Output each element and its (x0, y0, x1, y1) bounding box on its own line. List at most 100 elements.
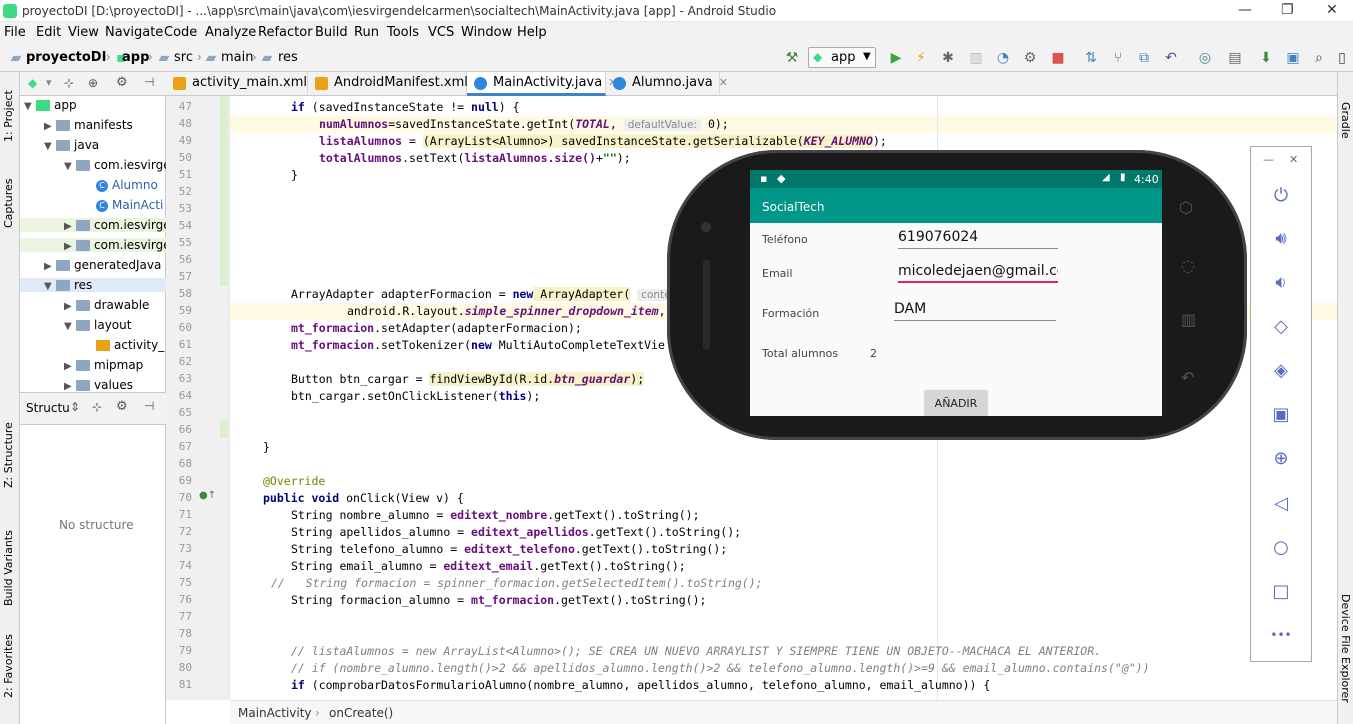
chevron-right-icon[interactable]: ▶ (44, 121, 56, 132)
crumb-res[interactable]: res (278, 50, 298, 65)
hide-panel-icon[interactable]: ⊣ (144, 75, 154, 89)
tree-item[interactable]: activity_ (20, 338, 166, 352)
search-icon[interactable]: ⌕ (1311, 50, 1327, 66)
minimize-button[interactable]: — (1238, 2, 1252, 18)
menu-analyze[interactable]: Analyze (205, 25, 256, 40)
crumb-src[interactable]: src (174, 50, 193, 65)
tab-device-file-explorer[interactable]: Device File Explorer (1339, 594, 1352, 703)
chevron-right-icon[interactable]: ▶ (64, 301, 76, 312)
tree-item[interactable]: ▶ com.iesvirge (20, 218, 171, 232)
back-icon[interactable]: ◁ (1269, 492, 1293, 516)
menu-build[interactable]: Build (315, 25, 348, 40)
chevron-right-icon[interactable]: ▶ (64, 221, 76, 232)
crumb-app[interactable]: app (122, 50, 149, 65)
menu-window[interactable]: Window (461, 25, 512, 40)
tab-android-manifest[interactable]: AndroidManifest.xml✕ (308, 72, 483, 96)
chevron-down-icon[interactable]: ▾ (46, 76, 52, 89)
more-icon[interactable]: ••• (1269, 623, 1293, 647)
tab-alumno[interactable]: Alumno.java ✕ (606, 72, 728, 96)
tree-item[interactable]: C MainActi (20, 198, 166, 212)
tree-item[interactable]: ▶ manifests (20, 118, 166, 132)
tab-favorites[interactable]: 2: Favorites (2, 634, 15, 698)
profile-icon[interactable]: ◔ (995, 50, 1011, 66)
chevron-down-icon[interactable]: ▼ (24, 101, 36, 112)
device-manager-icon[interactable]: ◎ (1197, 50, 1213, 66)
gear-icon[interactable]: ⚙ (116, 75, 128, 90)
breadcrumb-method[interactable]: onCreate() (329, 706, 393, 720)
menu-help[interactable]: Help (517, 25, 547, 40)
collapse-all-icon[interactable]: ⊹ (64, 76, 74, 90)
gear-icon[interactable]: ⚙ (116, 399, 128, 414)
stop-icon[interactable]: ■ (1050, 50, 1066, 66)
tree-item[interactable]: ▶ mipmap (20, 358, 166, 372)
chevron-right-icon[interactable]: ▶ (44, 261, 56, 272)
scroll-from-source-icon[interactable]: ⊕ (88, 76, 98, 90)
vcs-icon[interactable]: ⑂ (1110, 50, 1126, 66)
close-emulator-button[interactable]: ✕ (1289, 153, 1298, 166)
chevron-down-icon[interactable]: ▼ (44, 141, 56, 152)
chevron-down-icon[interactable]: ▼ (64, 161, 76, 172)
close-button[interactable]: ✕ (1326, 2, 1338, 18)
debug-icon[interactable]: ✱ (940, 50, 956, 66)
menu-vcs[interactable]: VCS (428, 25, 454, 40)
tree-item[interactable]: ▶ drawable (20, 298, 166, 312)
attach-debugger-icon[interactable]: ▥ (968, 50, 984, 66)
menu-hw-icon[interactable]: ▥ (1181, 310, 1196, 329)
tree-item[interactable]: ▼ app (20, 98, 166, 112)
settings-icon[interactable]: ▯ (1334, 50, 1350, 66)
tab-main-activity[interactable]: MainActivity.java✕ (467, 72, 617, 96)
tab-captures[interactable]: Captures (2, 168, 15, 228)
back-button-icon[interactable]: ⬡ (1179, 198, 1193, 217)
tab-build-variants[interactable]: Build Variants (2, 526, 15, 606)
rotate-left-icon[interactable]: ◇ (1269, 315, 1293, 339)
tree-item[interactable]: ▼ java (20, 138, 166, 152)
crumb-main[interactable]: main (221, 50, 253, 65)
sync-icon[interactable]: ⇅ (1083, 50, 1099, 66)
email-input[interactable]: micoledejaen@gmail.com (898, 263, 1058, 283)
maximize-button[interactable]: ❐ (1281, 2, 1294, 18)
tree-item[interactable]: ▼ layout (20, 318, 166, 332)
chevron-right-icon[interactable]: ▶ (64, 241, 76, 252)
chevron-down-icon[interactable]: ▼ (64, 321, 76, 332)
search-hw-icon[interactable]: ◌ (1181, 256, 1195, 275)
tree-item[interactable]: ▶ com.iesvirge (20, 238, 171, 252)
hide-panel-icon[interactable]: ⊣ (144, 399, 154, 413)
coverage-icon[interactable]: ⚙ (1022, 50, 1038, 66)
undo-icon[interactable]: ↶ (1163, 50, 1179, 66)
tree-item[interactable]: ▼ res (20, 278, 166, 292)
chevron-right-icon[interactable]: ▶ (64, 381, 76, 392)
add-button[interactable]: AÑADIR (925, 390, 987, 416)
avd-manager-icon[interactable]: ▣ (1285, 50, 1301, 66)
tree-item[interactable]: ▶ generatedJava (20, 258, 166, 272)
volume-up-icon[interactable]: 🔊︎ (1269, 227, 1293, 251)
minimize-emulator-button[interactable]: — (1263, 153, 1274, 166)
zoom-icon[interactable]: ⊕ (1269, 447, 1293, 471)
home-icon[interactable]: ○ (1269, 536, 1293, 560)
menu-view[interactable]: View (68, 25, 99, 40)
home-hw-icon[interactable]: ↶ (1181, 368, 1194, 387)
expand-icon[interactable]: ⊹ (92, 400, 102, 414)
tree-item[interactable]: ▶ values (20, 378, 166, 392)
run-config-select[interactable]: ◆ app ▼ (808, 47, 876, 68)
formacion-input[interactable]: DAM (894, 301, 1056, 321)
override-icon[interactable]: ●↑ (199, 490, 216, 501)
crumb-project[interactable]: proyectoDI (26, 50, 106, 65)
apply-changes-icon[interactable]: ⚡ (913, 50, 929, 66)
power-icon[interactable]: ⏻ (1269, 184, 1293, 208)
tree-item[interactable]: ▼ com.iesvirge (20, 158, 171, 172)
camera-screenshot-icon[interactable]: ▣ (1269, 403, 1293, 427)
phone-input[interactable]: 619076024 (898, 229, 1058, 249)
menu-navigate[interactable]: Navigate (105, 25, 163, 40)
tab-activity-main-xml[interactable]: activity_main.xml✕ (166, 72, 322, 96)
tab-gradle[interactable]: Gradle (1339, 102, 1352, 139)
volume-down-icon[interactable]: 🔉︎ (1269, 271, 1293, 295)
menu-refactor[interactable]: Refactor (258, 25, 313, 40)
emulator-screen[interactable]: ▪ ◆ ◢ ▮ 4:40 SocialTech Teléfono 6190760… (750, 170, 1162, 416)
close-icon[interactable]: ✕ (719, 76, 728, 89)
chevron-down-icon[interactable]: ▼ (44, 281, 56, 292)
hammer-icon[interactable]: ⚒ (784, 50, 800, 66)
tree-item[interactable]: C Alumno (20, 178, 166, 192)
sdk-manager-icon[interactable]: ⬇ (1258, 50, 1274, 66)
breadcrumb-class[interactable]: MainActivity (238, 706, 312, 720)
menu-edit[interactable]: Edit (36, 25, 61, 40)
